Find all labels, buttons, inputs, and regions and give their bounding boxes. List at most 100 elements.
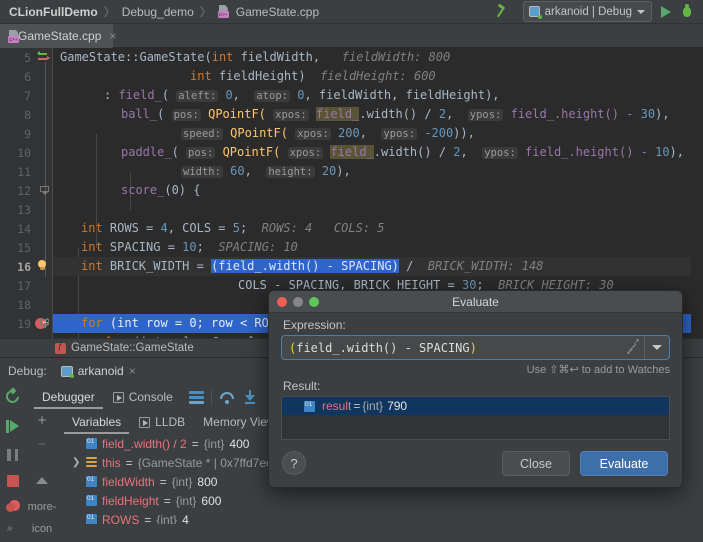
pause-icon[interactable] [0, 442, 26, 468]
line-number: 13 [17, 203, 31, 217]
breadcrumb-project[interactable]: CLionFullDemo [9, 5, 98, 19]
code-text: GameState::GameState(int fieldWidth, fie… [60, 50, 451, 64]
code-line[interactable]: 14 int ROWS = 4, COLS = 5; ROWS: 4 COLS:… [0, 219, 703, 238]
variable-type: {int} [156, 512, 178, 525]
variables-rail: + − more-icon [26, 410, 58, 535]
close-icon[interactable] [277, 297, 287, 307]
tab-gamestate-cpp[interactable]: GameState.cpp × [0, 24, 116, 48]
expression-value: (field_.width() - SPACING) [289, 340, 477, 355]
hammer-icon[interactable] [496, 3, 514, 21]
history-dropdown-button[interactable] [645, 336, 669, 359]
up-arrow-icon[interactable] [26, 458, 58, 484]
expand-editor-icon[interactable]: ↙ [622, 336, 644, 359]
chevron-down-icon [652, 345, 662, 350]
line-number: 7 [24, 89, 31, 103]
remove-watch-button[interactable]: − [26, 434, 58, 456]
breadcrumb-folder[interactable]: Debug_demo [122, 5, 194, 19]
code-text: ball_( pos: QPointF( xpos: field_.width(… [121, 107, 670, 121]
add-watch-button[interactable]: + [26, 410, 58, 432]
code-line[interactable]: 5 GameState::GameState(int fieldWidth, f… [0, 48, 703, 67]
tab-variables[interactable]: Variables [64, 410, 130, 434]
maximize-icon[interactable] [309, 297, 319, 307]
run-triangle-icon[interactable] [661, 5, 671, 18]
evaluate-button[interactable]: Evaluate [580, 451, 668, 476]
main-toolbar: CLionFullDemo 〉 Debug_demo 〉 GameState.c… [0, 0, 703, 24]
run-configuration-selector[interactable]: arkanoid | Debug [522, 1, 652, 22]
expression-label: Expression: [283, 318, 346, 332]
tab-debugger[interactable]: Debugger [34, 385, 103, 409]
result-equals: = [353, 399, 361, 413]
result-name: result [322, 399, 352, 413]
result-value: 790 [387, 399, 408, 413]
variable-value: 600 [201, 493, 222, 508]
int-badge-icon [86, 474, 97, 487]
tab-lldb-label: LLDB [155, 415, 186, 429]
inline-value-field: field_ [315, 107, 360, 121]
table-row[interactable]: ROWS = {int} 4 [58, 510, 703, 524]
line-number: 6 [24, 70, 31, 84]
console-play-icon [112, 391, 124, 403]
code-text: : field_( aleft: 0, atop: 0, fieldWidth,… [104, 88, 500, 102]
code-breadcrumb-label[interactable]: GameState::GameState [71, 342, 194, 354]
step-over-icon[interactable] [219, 390, 235, 404]
variable-value: 400 [229, 436, 250, 451]
more-icon[interactable]: » [0, 516, 26, 542]
code-line[interactable]: 9 speed: QPointF( xpos: 200, ypos: -200)… [0, 124, 703, 143]
code-line[interactable]: 12 score_(0) { [0, 181, 703, 200]
chevron-right-icon[interactable]: ❯ [72, 457, 80, 468]
help-button[interactable]: ? [282, 451, 306, 475]
close-button[interactable]: Close [502, 451, 570, 476]
fold-toggle-icon[interactable] [40, 319, 49, 328]
code-text: paddle_( pos: QPointF( xpos: field_.widt… [121, 145, 684, 159]
frames-icon[interactable] [188, 391, 204, 404]
expression-input[interactable]: (field_.width() - SPACING) ↙ [281, 335, 670, 360]
tab-console[interactable]: Console [105, 385, 181, 409]
app-icon [528, 6, 542, 19]
tab-lldb[interactable]: LLDB [131, 410, 193, 434]
lightbulb-icon[interactable] [36, 260, 48, 273]
result-type: {int} [362, 399, 384, 413]
code-line[interactable]: 6 int fieldHeight) fieldHeight: 600 [0, 67, 703, 86]
variable-equals: = [159, 474, 167, 489]
code-line[interactable]: 7 : field_( aleft: 0, atop: 0, fieldWidt… [0, 86, 703, 105]
code-text: speed: QPointF( xpos: 200, ypos: -200)), [181, 126, 475, 140]
code-text: width: 60, height: 20), [181, 164, 351, 178]
code-line[interactable]: 10 paddle_( pos: QPointF( xpos: field_.w… [0, 143, 703, 162]
variable-type: {GameState * | 0x7ffd7ee5a [137, 455, 287, 470]
close-icon[interactable]: × [109, 29, 116, 43]
editor-scrollbar[interactable] [691, 96, 703, 338]
dialog-title: Evaluate [452, 294, 499, 309]
result-panel[interactable]: result = {int} 790 [281, 396, 670, 440]
watches-hint: Use ⇧⌘↩ to add to Watches [526, 364, 670, 376]
variable-name: fieldHeight [102, 493, 159, 508]
stop-icon[interactable] [0, 468, 26, 494]
evaluate-dialog[interactable]: Evaluate Expression: (field_.width() - S… [268, 290, 683, 488]
code-line[interactable]: 11 width: 60, height: 20), [0, 162, 703, 181]
debug-bug-icon[interactable] [680, 4, 694, 19]
editor-tab-bar: GameState.cpp × [0, 24, 703, 48]
breadcrumb-file[interactable]: GameState.cpp [236, 5, 319, 19]
result-row[interactable]: result = {int} 790 [282, 397, 669, 415]
table-row[interactable]: fieldHeight = {int} 600 [58, 491, 703, 510]
minimize-icon[interactable] [293, 297, 303, 307]
rerun-icon[interactable] [0, 384, 26, 410]
close-icon[interactable]: × [129, 364, 136, 378]
line-number: 17 [17, 279, 31, 293]
toolbar-right-group: arkanoid | Debug [496, 1, 703, 22]
step-into-icon[interactable] [243, 390, 257, 404]
code-line[interactable]: 15 int SPACING = 10; SPACING: 10 [0, 238, 703, 257]
code-text: for (int row = 0; row < ROWS [81, 316, 284, 330]
toolbar-divider [210, 389, 212, 405]
fold-toggle-icon[interactable] [40, 186, 49, 195]
line-number: 18 [17, 298, 31, 312]
more-icon[interactable]: more-icon [26, 496, 58, 535]
code-line[interactable]: 8 ball_( pos: QPointF( xpos: field_.widt… [0, 105, 703, 124]
code-line-current[interactable]: 16 int BRICK_WIDTH = (field_.width() - S… [0, 257, 703, 276]
debug-session-tab[interactable]: arkanoid × [55, 361, 142, 381]
resume-icon[interactable] [0, 414, 26, 440]
breadcrumb: CLionFullDemo 〉 Debug_demo 〉 GameState.c… [0, 3, 319, 20]
code-line[interactable]: 13 [0, 200, 703, 219]
variable-type: {int} [171, 474, 193, 489]
bidirectional-arrows-icon[interactable] [37, 51, 51, 64]
variable-value: 4 [182, 512, 189, 525]
